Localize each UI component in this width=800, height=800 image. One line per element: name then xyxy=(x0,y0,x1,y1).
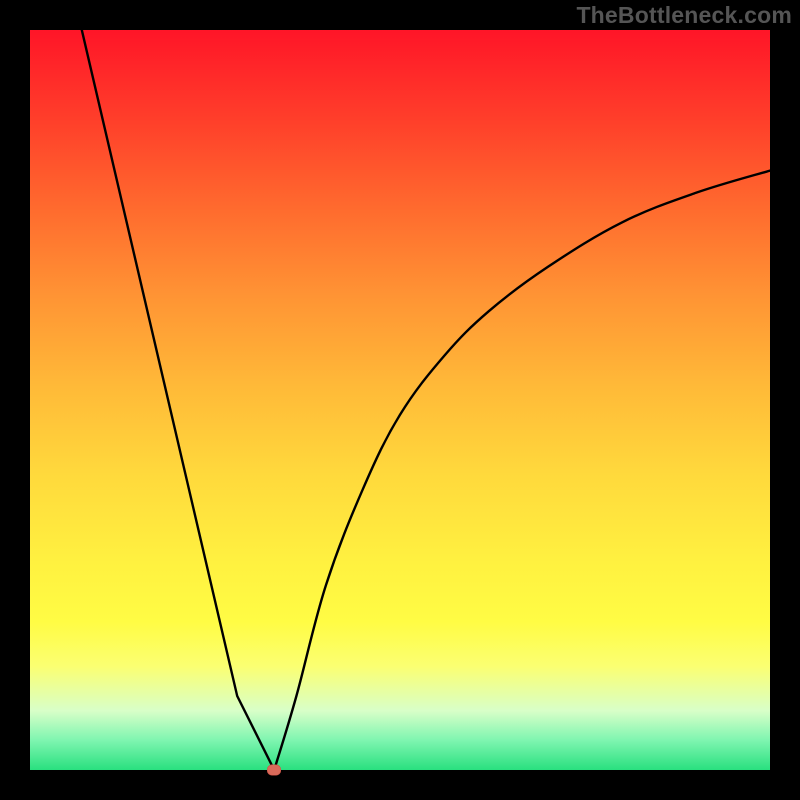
plot-area xyxy=(30,30,770,770)
watermark-text: TheBottleneck.com xyxy=(576,2,792,29)
chart-frame: TheBottleneck.com xyxy=(0,0,800,800)
optimum-marker xyxy=(267,765,281,776)
curve-path xyxy=(82,30,770,770)
curve-svg xyxy=(30,30,770,770)
